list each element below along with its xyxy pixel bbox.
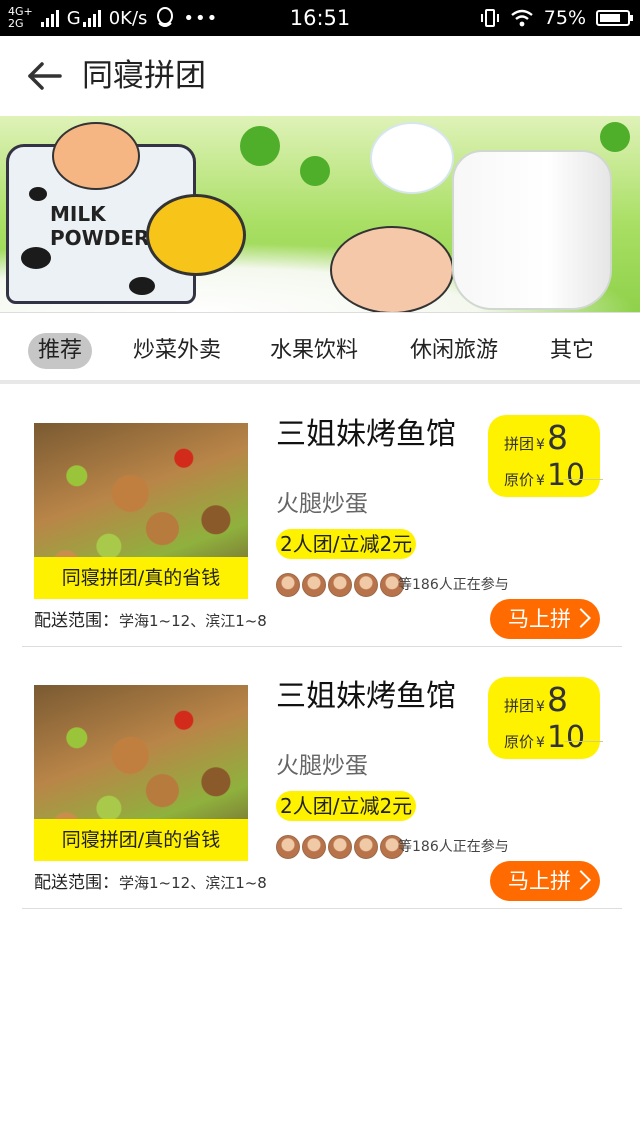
delivery-range-label: 配送范围： [34,873,119,893]
original-price: 10 [546,720,586,755]
dish-image: 同寝拼团/真的省钱 [34,423,248,599]
can-text-line2: POWDER [50,226,150,250]
price-badge: 拼团 ¥ 8 原价 ¥ 10 [488,415,604,497]
clover-icon [240,126,280,166]
currency-symbol: ¥ [536,735,545,751]
original-price-row: 原价 ¥ 10 [504,458,604,493]
chevron-right-icon [571,870,591,890]
dish-name: 火腿炒蛋 [276,491,368,517]
original-price-row: 原价 ¥ 10 [504,720,604,755]
join-group-button[interactable]: 马上拼 [490,599,600,639]
dish-name: 火腿炒蛋 [276,753,368,779]
clover-icon [600,122,630,152]
promo-banner[interactable]: MILK POWDER [0,116,640,312]
vibrate-icon [480,9,499,27]
back-arrow-icon[interactable] [24,56,64,96]
group-deal-card[interactable]: 同寝拼团/真的省钱 三姐妹烤鱼馆 拼团 ¥ 8 原价 ¥ 10 火腿炒蛋 2人团… [22,647,622,909]
currency-symbol: ¥ [536,473,545,489]
tab-recommended[interactable]: 推荐 [28,333,93,369]
participant-avatars [276,835,406,859]
join-button-label: 马上拼 [508,607,571,631]
image-caption: 同寝拼团/真的省钱 [34,819,248,861]
currency-symbol: ¥ [536,437,545,453]
participant-avatars [276,573,406,597]
participant-count: 等186人正在参与 [398,839,509,855]
avatar [302,835,326,859]
join-group-button[interactable]: 马上拼 [490,861,600,901]
currency-symbol: ¥ [536,699,545,715]
wifi-icon [511,9,533,27]
page-title: 同寝拼团 [82,58,206,94]
tab-leisure-travel[interactable]: 休闲旅游 [410,333,498,369]
group-price: 8 [546,680,568,719]
milk-drop-illustration [370,122,454,194]
group-price: 8 [546,418,568,457]
status-right: 75% [480,0,633,36]
original-price-label: 原价 [504,471,535,489]
shop-name: 三姐妹烤鱼馆 [276,417,456,452]
delivery-range-value: 学海1~12、滨江1~8 [119,612,267,630]
delivery-range-value: 学海1~12、滨江1~8 [119,874,267,892]
can-text-line1: MILK [50,202,106,226]
category-tabs: 推荐 炒菜外卖 水果饮料 休闲旅游 其它 [0,312,640,384]
avatar [354,835,378,859]
tab-fruit-drinks[interactable]: 水果饮料 [270,333,358,369]
battery-percent: 75% [543,7,586,29]
clover-icon [300,156,330,186]
delivery-range-label: 配送范围： [34,611,119,631]
group-price-label: 拼团 [504,435,535,453]
tab-takeout[interactable]: 炒菜外卖 [133,333,221,369]
promo-badge: 2人团/立减2元 [276,529,417,559]
cow-illustration [146,194,246,276]
baby-illustration [52,122,140,190]
chevron-right-icon [571,608,591,628]
participant-count: 等186人正在参与 [398,577,509,593]
delivery-range: 配送范围：学海1~12、滨江1~8 [34,871,267,895]
milk-powder-label: MILK POWDER [50,202,160,250]
avatar [276,835,300,859]
sleeping-baby-illustration [330,226,454,312]
group-price-row: 拼团 ¥ 8 [504,683,568,717]
avatar [354,573,378,597]
shop-name: 三姐妹烤鱼馆 [276,679,456,714]
battery-icon [596,10,633,26]
avatar [328,573,352,597]
original-price: 10 [546,458,586,493]
dish-image: 同寝拼团/真的省钱 [34,685,248,861]
image-caption: 同寝拼团/真的省钱 [34,557,248,599]
avatar [328,835,352,859]
tab-other[interactable]: 其它 [550,333,594,369]
avatar [276,573,300,597]
delivery-range: 配送范围：学海1~12、滨江1~8 [34,609,267,633]
app-header: 同寝拼团 [0,36,640,116]
price-badge: 拼团 ¥ 8 原价 ¥ 10 [488,677,604,759]
group-price-row: 拼团 ¥ 8 [504,421,568,455]
milk-jug-image [452,150,612,310]
promo-badge: 2人团/立减2元 [276,791,417,821]
original-price-label: 原价 [504,733,535,751]
avatar [302,573,326,597]
group-price-label: 拼团 [504,697,535,715]
join-button-label: 马上拼 [508,869,571,893]
group-deal-card[interactable]: 同寝拼团/真的省钱 三姐妹烤鱼馆 拼团 ¥ 8 原价 ¥ 10 火腿炒蛋 2人团… [22,385,622,647]
status-bar: 4G+ 2G G 0K/s ••• 16:51 75% [0,0,640,36]
